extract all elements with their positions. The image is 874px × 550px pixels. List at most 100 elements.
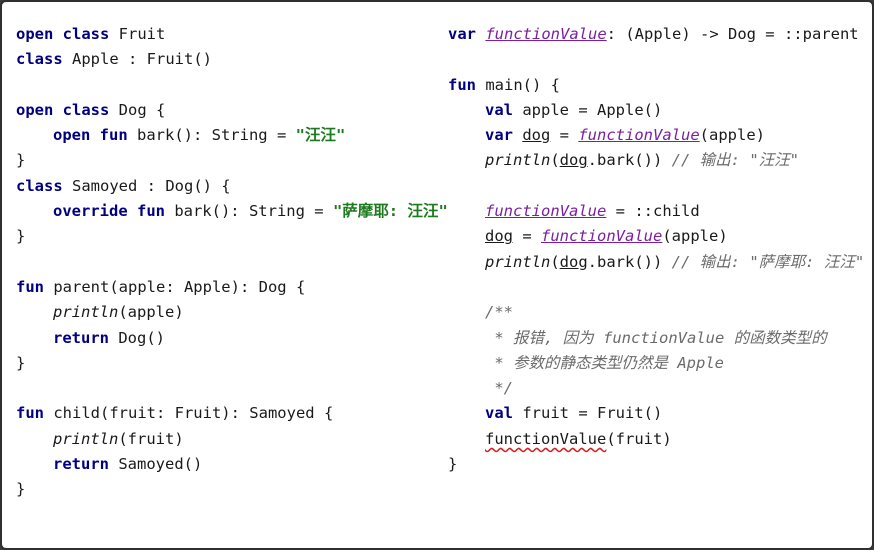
code-token: = (550, 126, 579, 145)
code-token: = (513, 227, 541, 246)
keyword-token: open fun (53, 126, 128, 145)
code-token: } (16, 151, 26, 170)
left-code-line: } (16, 477, 448, 502)
left-code-line: fun child(fruit: Fruit): Samoyed { (16, 401, 448, 426)
right-code-line: val fruit = Fruit() (448, 401, 864, 426)
code-token: (fruit) (118, 429, 184, 448)
function-reference-token: functionValue (541, 227, 663, 246)
code-token: dog (559, 151, 588, 170)
code-token: } (448, 455, 458, 474)
keyword-token: fun (16, 404, 44, 423)
right-code-line: val apple = Apple() (448, 98, 864, 123)
right-code-line: * 报错, 因为 functionValue 的函数类型的 (448, 326, 864, 351)
right-code-line (448, 174, 864, 199)
code-token: : (Apple) -> Dog = ::parent (606, 25, 859, 43)
code-token: Samoyed() (109, 455, 203, 474)
code-token: .bark()) (587, 151, 672, 170)
left-code-line: return Dog() (16, 326, 448, 351)
code-token: println (485, 151, 551, 170)
function-reference-token: functionValue (578, 126, 700, 145)
code-token: dog (522, 126, 551, 145)
comment-token: */ (485, 379, 513, 398)
left-code-block: open class Fruit class Apple : Fruit() ope… (16, 22, 448, 503)
right-code-line: var functionValue: (Apple) -> Dog = ::pa… (448, 22, 864, 47)
right-code-line: } (448, 452, 864, 477)
keyword-token: fun (16, 277, 44, 296)
left-code-line: class Samoyed : Dog() { (16, 174, 448, 199)
code-token: Fruit (109, 25, 166, 43)
left-code-line: open fun bark(): String = "汪汪" (16, 123, 448, 148)
code-token: parent(apple: Apple): Dog { (44, 277, 306, 296)
comment-token: // 输出: "萨摩耶: 汪汪" (671, 252, 865, 271)
code-token: dog (485, 227, 513, 246)
code-token: (apple) (662, 227, 728, 246)
keyword-token: var (448, 25, 476, 43)
code-token: } (16, 480, 26, 499)
code-token: .bark()) (587, 252, 672, 271)
code-token: Apple : Fruit() (62, 50, 212, 69)
right-code-block: var functionValue: (Apple) -> Dog = ::pa… (448, 22, 864, 477)
function-reference-token: functionValue (485, 202, 607, 221)
right-code-line: fun main() { (448, 73, 864, 98)
keyword-token: override fun (53, 202, 165, 221)
left-code-line: fun parent(apple: Apple): Dog { (16, 275, 448, 300)
left-code-line: open class Fruit (16, 22, 448, 47)
left-code-line: override fun bark(): String = "萨摩耶: 汪汪" (16, 199, 448, 224)
code-token: (apple) (699, 126, 765, 145)
code-token: bark(): String = (164, 202, 333, 221)
code-token: fruit = Fruit() (513, 404, 663, 423)
code-token: println (53, 303, 119, 322)
keyword-token: open class (16, 25, 110, 43)
error-token: functionValue (485, 429, 607, 448)
code-token: } (16, 353, 26, 372)
right-code-line: */ (448, 376, 864, 401)
code-token: Dog { (109, 100, 166, 119)
right-code-line: functionValue(fruit) (448, 427, 864, 452)
string-token: "萨摩耶: 汪汪" (332, 202, 448, 221)
code-token: child(fruit: Fruit): Samoyed { (44, 404, 334, 423)
code-slide: open class Fruit class Apple : Fruit() ope… (0, 0, 874, 550)
code-token: = ::child (606, 202, 700, 221)
comment-token: // 输出: "汪汪" (671, 151, 799, 170)
code-token: Samoyed : Dog() { (62, 176, 231, 195)
right-code-line: dog = functionValue(apple) (448, 224, 864, 249)
right-code-line: println(dog.bark()) // 输出: "萨摩耶: 汪汪" (448, 250, 864, 275)
left-code-line: } (16, 224, 448, 249)
right-code-line (448, 47, 864, 72)
keyword-token: class (16, 50, 63, 69)
string-token: "汪汪" (295, 126, 346, 145)
right-code-line (448, 275, 864, 300)
left-code-line: println(apple) (16, 300, 448, 325)
code-token: ( (550, 151, 560, 170)
code-token: println (53, 429, 119, 448)
function-reference-token: functionValue (485, 25, 607, 43)
keyword-token: var (485, 126, 513, 145)
right-code-line: functionValue = ::child (448, 199, 864, 224)
left-code-line (16, 73, 448, 98)
keyword-token: return (53, 328, 109, 347)
code-token: ( (550, 252, 560, 271)
code-token: apple = Apple() (513, 100, 663, 119)
comment-token: * 参数的静态类型仍然是 Apple (485, 353, 724, 372)
left-code-line: } (16, 351, 448, 376)
code-token: } (16, 227, 26, 246)
code-token: (fruit) (606, 429, 672, 448)
comment-token: * 报错, 因为 functionValue 的函数类型的 (485, 328, 827, 347)
keyword-token: fun (448, 75, 476, 94)
left-code-line: class Apple : Fruit() (16, 47, 448, 72)
right-code-line: var dog = functionValue(apple) (448, 123, 864, 148)
right-code-line: * 参数的静态类型仍然是 Apple (448, 351, 864, 376)
code-token: dog (559, 252, 588, 271)
keyword-token: class (16, 176, 63, 195)
left-code-line: println(fruit) (16, 427, 448, 452)
left-code-line: return Samoyed() (16, 452, 448, 477)
code-token: Dog() (109, 328, 165, 347)
keyword-token: return (53, 455, 109, 474)
code-token: (apple) (118, 303, 184, 322)
keyword-token: open class (16, 100, 110, 119)
left-code-line: } (16, 148, 448, 173)
code-token: println (485, 252, 551, 271)
keyword-token: val (485, 404, 513, 423)
